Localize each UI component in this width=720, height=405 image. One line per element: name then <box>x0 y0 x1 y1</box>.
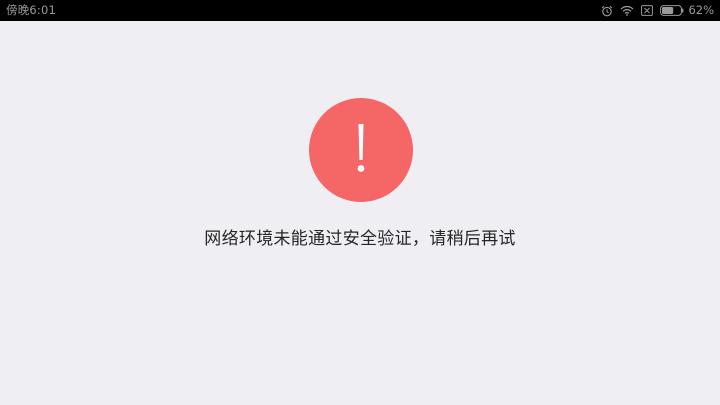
error-message: 网络环境未能通过安全验证，请稍后再试 <box>204 229 516 249</box>
wifi-icon <box>620 5 634 16</box>
alert-circle <box>309 98 413 202</box>
error-page: 网络环境未能通过安全验证，请稍后再试 <box>0 21 720 405</box>
no-sim-icon <box>641 5 654 16</box>
alarm-icon <box>601 5 613 17</box>
battery-percent: 62% <box>688 3 714 17</box>
status-bar: 傍晚6:01 62% <box>0 0 720 21</box>
exclamation-icon <box>357 124 365 172</box>
battery-icon <box>660 5 684 16</box>
status-icons: 62% <box>601 0 714 21</box>
status-time: 傍晚6:01 <box>6 3 57 17</box>
